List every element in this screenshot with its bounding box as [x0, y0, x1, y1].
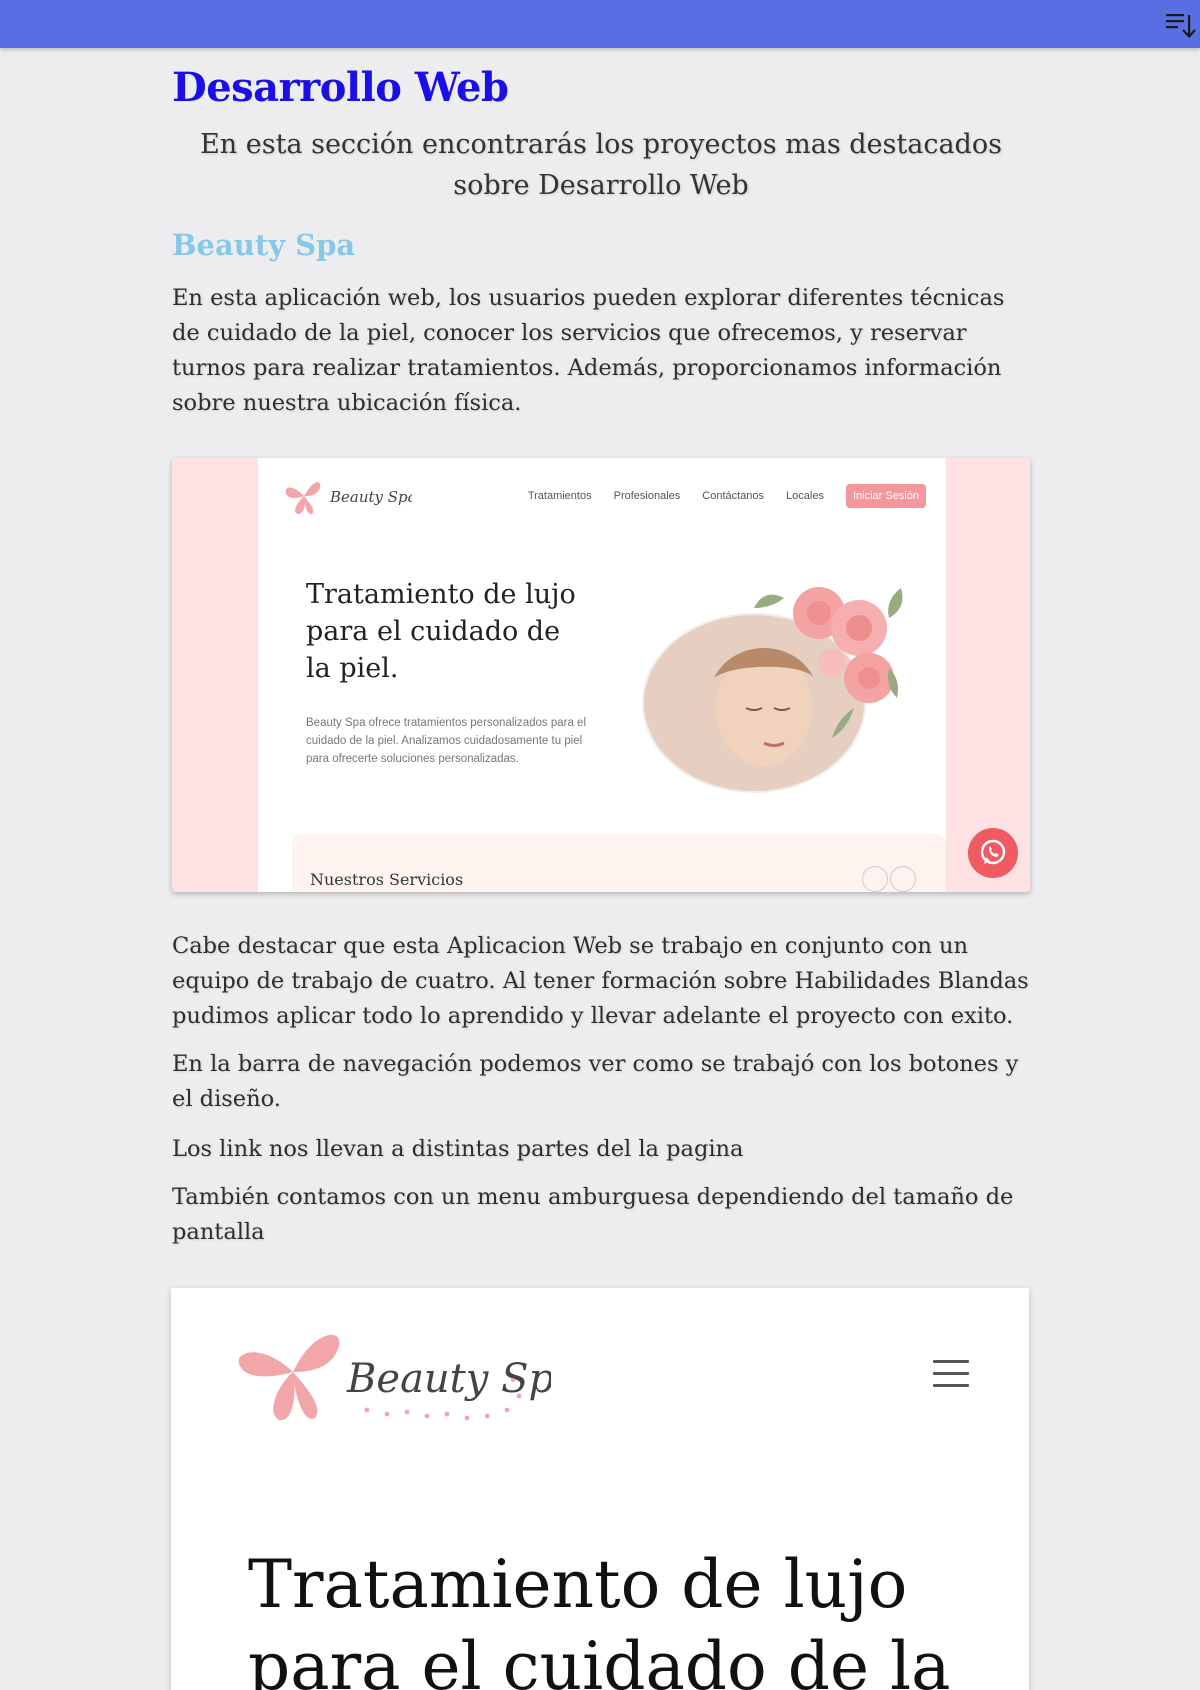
- top-nav-bar: [0, 0, 1200, 48]
- whatsapp-button: [968, 828, 1018, 878]
- nav-link-contactanos: Contáctanos: [702, 490, 765, 502]
- nav-link-profesionales: Profesionales: [613, 490, 681, 502]
- links-paragraph: Los link nos llevan a distintas partes d…: [172, 1136, 744, 1162]
- page-title: Desarrollo Web: [172, 64, 509, 111]
- mobile-hero-title: Tratamiento de lujo para el cuidado de l…: [248, 1546, 951, 1690]
- hero-title: Tratamiento de lujo para el cuidado de l…: [306, 579, 576, 684]
- hero-text: Beauty Spa ofrece tratamientos personali…: [306, 717, 586, 765]
- services-card: Nuestros Servicios: [292, 834, 946, 892]
- hamburger-menu-icon: [933, 1360, 969, 1390]
- carousel-prev-button: [862, 866, 888, 892]
- whatsapp-icon: [980, 839, 1006, 865]
- desktop-screenshot: Beauty Spa Tratamientos Profesionales Co…: [172, 458, 1030, 892]
- beauty-spa-logo: Beauty Spa: [285, 482, 412, 515]
- nav-link-tratamientos: Tratamientos: [527, 490, 592, 502]
- desktop-nav: Tratamientos Profesionales Contáctanos L…: [528, 484, 926, 508]
- menu-button[interactable]: [1160, 4, 1200, 44]
- beauty-spa-logo-large: Beauty Spa: [238, 1334, 551, 1421]
- mobile-screenshot: Beauty Spa Tratamiento de lujo para el c…: [171, 1288, 1029, 1690]
- svg-text:Beauty Spa: Beauty Spa: [329, 488, 412, 506]
- project-title: Beauty Spa: [172, 228, 356, 262]
- login-button: Iniciar Sesión: [845, 484, 926, 508]
- nav-link-locales: Locales: [786, 490, 824, 502]
- hamburger-paragraph: También contamos con un menu amburguesa …: [172, 1184, 1014, 1245]
- project-description: En esta aplicación web, los usuarios pue…: [172, 285, 1005, 416]
- team-paragraph: Cabe destacar que esta Aplicacion Web se…: [172, 933, 1029, 1029]
- sort-list-icon: [1166, 14, 1196, 39]
- section-intro: En esta sección encontrarás los proyecto…: [200, 129, 1002, 201]
- spa-hero-image: [642, 587, 903, 793]
- services-title: Nuestros Servicios: [310, 870, 464, 889]
- carousel-next-button: [890, 866, 916, 892]
- desktop-page: Beauty Spa Tratamientos Profesionales Co…: [258, 458, 946, 892]
- navbar-paragraph: En la barra de navegación podemos ver co…: [172, 1051, 1019, 1112]
